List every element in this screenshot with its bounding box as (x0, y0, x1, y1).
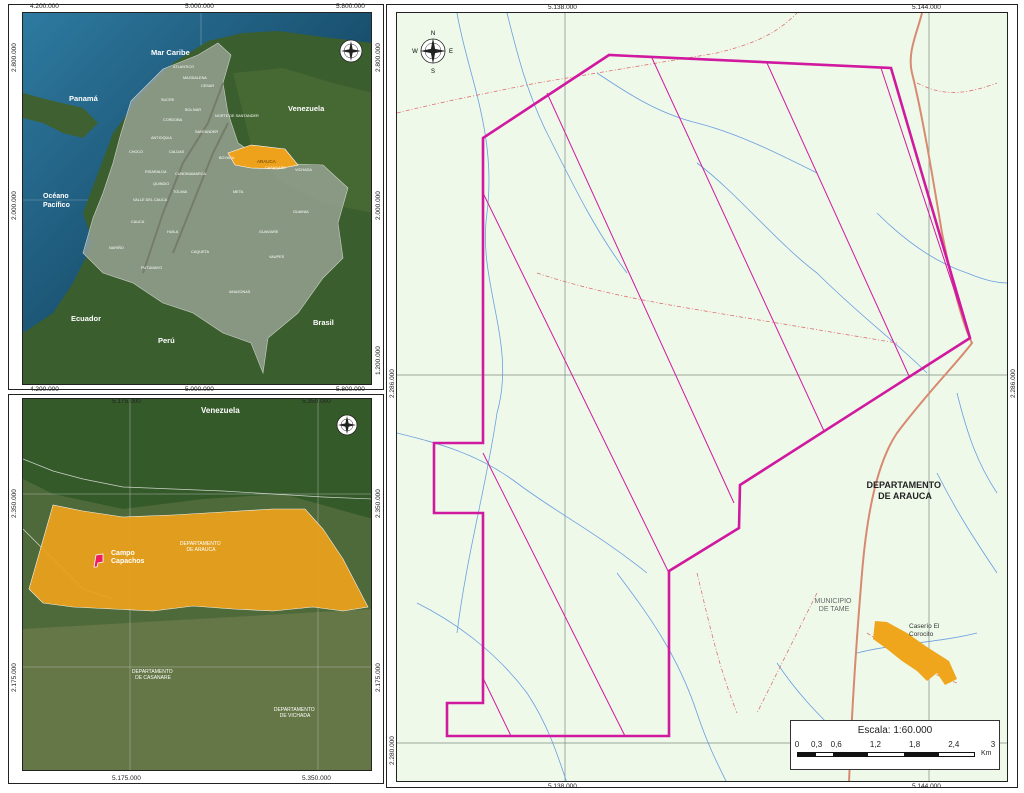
department-label: NORTE DE SANTANDER (215, 114, 259, 118)
scale-tick-label: 0,6 (830, 740, 842, 749)
municipio-tame-label: MUNICIPIO DE TAME (815, 598, 854, 613)
svg-text:S: S (431, 69, 435, 75)
venezuela-label: Venezuela (288, 104, 325, 113)
department-label: MAGDALENA (183, 76, 207, 80)
department-label: SUCRE (161, 98, 175, 102)
colombia-location-map: ARAUCA Mar Caribe Panamá Venezuela Océan… (22, 12, 372, 385)
department-label: GUAVIARE (259, 230, 279, 234)
department-label: ATLANTICO (173, 65, 194, 69)
tick-top: 5.144.000 (912, 4, 941, 11)
panama-label: Panamá (69, 94, 99, 103)
department-label: CASANARE (265, 166, 286, 170)
tick-top: 5.138.000 (548, 4, 577, 11)
svg-text:E: E (449, 49, 453, 55)
department-label: CUNDINAMARCA (175, 172, 206, 176)
compass-rose-icon (339, 39, 363, 63)
tick-top: 5.000.000 (185, 3, 214, 10)
tick-right: 1.200.000 (375, 346, 382, 375)
tick-left: 2.286.000 (389, 369, 396, 398)
tick-right: 2.350.000 (375, 489, 382, 518)
department-label: NARIÑO (109, 245, 124, 250)
dep-vichada-label: DEPARTAMENTO DE VICHADA (274, 707, 316, 719)
tick-bottom: 5.138.000 (548, 783, 577, 790)
tick-bottom: 5.144.000 (912, 783, 941, 790)
tick-bottom: 5.000.000 (185, 386, 214, 393)
department-label: SANTANDER (195, 130, 218, 134)
ecuador-label: Ecuador (71, 314, 101, 323)
tick-top: 5.800.000 (336, 3, 365, 10)
tick-left: 2.350.000 (11, 489, 18, 518)
department-label: BOYACA (219, 156, 235, 160)
department-label: ANTIOQUIA (151, 136, 172, 140)
arauca-location-map: Venezuela Campo Capachos DEPARTAMENTO DE… (22, 398, 372, 771)
department-label: BOLIVAR (185, 108, 201, 112)
scale-bar (797, 752, 975, 757)
department-label: TOLIMA (173, 190, 188, 194)
department-label: CORDOBA (163, 118, 183, 122)
arauca-label: ARAUCA (257, 159, 276, 164)
mar-caribe-label: Mar Caribe (151, 48, 190, 57)
tick-left: 2.800.000 (11, 43, 18, 72)
scale-tick-label: 1,2 (869, 740, 881, 749)
department-label: GUAINIA (293, 210, 309, 214)
dep-casanare-label: DEPARTAMENTO DE CASANARE (132, 669, 174, 681)
tick-right: 2.800.000 (375, 43, 382, 72)
department-label: VAUPES (269, 255, 285, 259)
scale-tick-label: 3 (990, 740, 996, 749)
department-label: META (233, 190, 244, 194)
venezuela-label: Venezuela (201, 406, 240, 415)
scale-title: Escala: 1:60.000 (857, 725, 933, 736)
scale-box: Escala: 1:60.000 0 0,3 0,6 1,2 1,8 2,4 3… (790, 720, 1000, 770)
tick-left: 2.175.000 (11, 663, 18, 692)
department-label: HUILA (167, 230, 179, 234)
campo-detail-map: DEPARTAMENTO DE ARAUCA MUNICIPIO DE TAME… (396, 12, 1008, 782)
tick-top: 5.175.000 (112, 398, 141, 405)
tick-bottom: 5.800.000 (336, 386, 365, 393)
tick-left: 2.280.000 (389, 736, 396, 765)
department-label: RISARALDA (145, 170, 167, 174)
tick-right: 2.286.000 (1010, 369, 1017, 398)
department-label: CESAR (201, 84, 214, 88)
tick-top: 4.200.000 (30, 3, 59, 10)
department-label: PUTUMAYO (141, 266, 162, 270)
tick-top: 5.350.000 (302, 398, 331, 405)
peru-label: Perú (158, 336, 175, 345)
department-label: CHOCO (129, 150, 143, 154)
department-label: VALLE DEL CAUCA (133, 198, 168, 202)
tick-bottom: 5.350.000 (302, 775, 331, 782)
department-label: CALDAS (169, 150, 185, 154)
brasil-label: Brasil (313, 318, 334, 327)
svg-text:W: W (412, 49, 418, 55)
department-label: VICHADA (295, 168, 312, 172)
tick-right: 2.175.000 (375, 663, 382, 692)
tick-bottom: 5.175.000 (112, 775, 141, 782)
scale-tick-label: 2,4 (948, 740, 960, 749)
tick-right: 2.000.000 (375, 191, 382, 220)
svg-text:N: N (431, 31, 435, 37)
scale-tick-label: 0 (794, 740, 800, 749)
scale-tick-label: 0,3 (811, 740, 823, 749)
tick-left: 2.000.000 (11, 191, 18, 220)
scale-tick-label: 1,8 (909, 740, 921, 749)
scale-unit: Km (981, 750, 992, 757)
tick-bottom: 4.200.000 (30, 386, 59, 393)
department-label: CAQUETA (191, 250, 210, 254)
department-label: CAUCA (131, 220, 145, 224)
department-label: QUINDIO (153, 182, 169, 186)
compass-rose-icon (336, 414, 358, 436)
department-label: AMAZONAS (229, 290, 251, 294)
scale-ticks: 0 0,3 0,6 1,2 1,8 2,4 3 (794, 740, 996, 750)
